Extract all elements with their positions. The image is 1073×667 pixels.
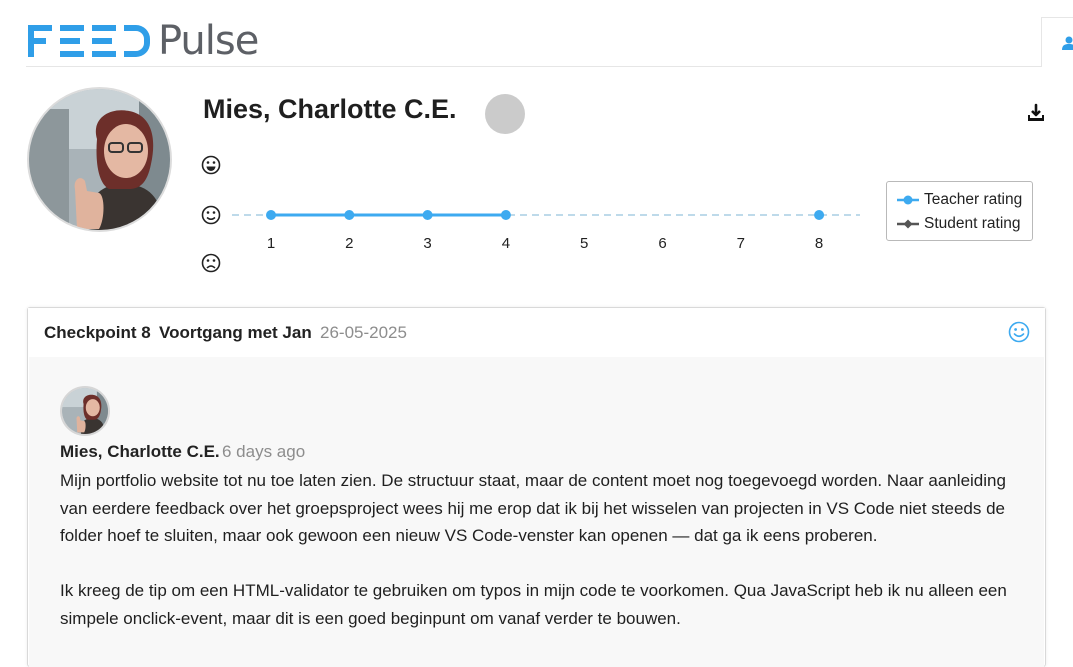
smiley-icon xyxy=(1008,321,1030,343)
legend-label-student: Student rating xyxy=(924,215,1021,232)
user-menu-button[interactable] xyxy=(1041,17,1073,67)
student-name: Mies, Charlotte C.E. xyxy=(203,94,457,124)
rating-point xyxy=(814,210,825,220)
comment-paragraph: Ik kreeg de tip om een HTML-validator te… xyxy=(60,581,1007,628)
app-header: Pulse xyxy=(26,14,1042,67)
checkpoint-title: Voortgang met Jan xyxy=(159,323,312,342)
comment-thread: Mies, Charlotte C.E. 6 days ago Mijn por… xyxy=(29,357,1044,667)
comment-avatar xyxy=(60,386,110,436)
x-tick-label: 2 xyxy=(345,235,353,252)
logo-pulse-text: Pulse xyxy=(158,18,259,64)
rating-point xyxy=(500,210,511,220)
student-rating-marker xyxy=(897,219,919,229)
comment-body: Mijn portfolio website tot nu toe laten … xyxy=(60,467,1035,660)
rating-point xyxy=(422,210,433,220)
neutral-icon xyxy=(201,205,221,225)
feed-logo-mark xyxy=(28,25,150,57)
comment-timestamp: 6 days ago xyxy=(222,442,306,461)
checkpoint-date: 26-05-2025 xyxy=(320,323,407,342)
checkpoint-label: Checkpoint 8 xyxy=(44,323,151,342)
comment-paragraph: Mijn portfolio website tot nu toe laten … xyxy=(60,471,1006,545)
student-photo xyxy=(29,89,170,230)
x-tick-label: 1 xyxy=(267,235,275,252)
rating-point xyxy=(266,210,276,220)
status-indicator xyxy=(485,94,525,134)
rating-point xyxy=(344,210,355,220)
feedpulse-logo[interactable]: Pulse xyxy=(26,18,259,64)
download-icon[interactable] xyxy=(1026,103,1046,123)
x-tick-label: 4 xyxy=(502,235,510,252)
sad-icon xyxy=(201,253,221,273)
x-tick-label: 8 xyxy=(815,235,823,252)
rating-chart: 1 2 3 4 5 6 7 8 xyxy=(201,155,860,273)
x-tick-label: 7 xyxy=(737,235,745,252)
teacher-rating-marker xyxy=(897,195,919,205)
happy-icon xyxy=(201,155,221,175)
legend-label-teacher: Teacher rating xyxy=(924,191,1023,208)
chart-legend: Teacher rating Student rating xyxy=(886,181,1033,241)
x-tick-label: 5 xyxy=(580,235,588,252)
checkpoint-card: Checkpoint 8 Voortgang met Jan 26-05-202… xyxy=(27,307,1046,667)
x-tick-label: 3 xyxy=(423,235,431,252)
x-tick-label: 6 xyxy=(658,235,666,252)
comment-author-photo xyxy=(62,388,108,434)
checkpoint-header[interactable]: Checkpoint 8 Voortgang met Jan 26-05-202… xyxy=(28,308,1045,357)
user-icon xyxy=(1062,36,1073,50)
student-avatar xyxy=(27,87,172,232)
legend-item-teacher[interactable]: Teacher rating xyxy=(897,189,1022,211)
comment-author: Mies, Charlotte C.E. xyxy=(60,442,220,461)
legend-item-student[interactable]: Student rating xyxy=(897,213,1021,235)
